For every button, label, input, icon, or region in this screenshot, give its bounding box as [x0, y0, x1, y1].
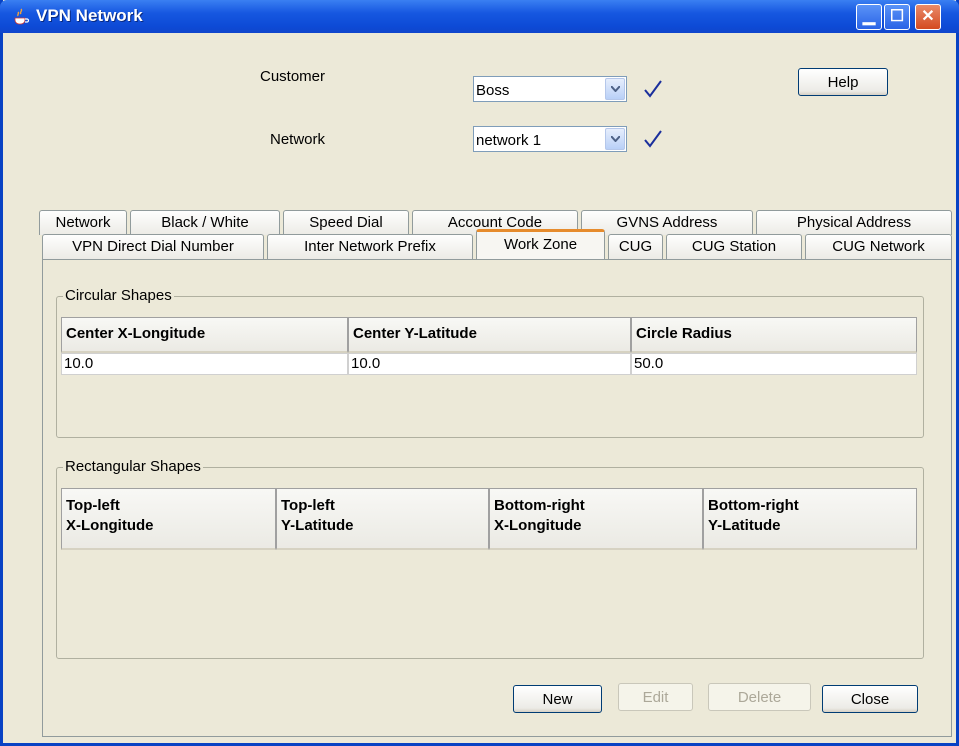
maximize-button[interactable]: ☐ — [884, 4, 910, 30]
maximize-icon: ☐ — [889, 8, 905, 25]
header-line: Top-left — [281, 497, 335, 514]
customer-label: Customer — [260, 68, 326, 85]
tab-network[interactable]: Network — [39, 210, 127, 235]
rectangular-shapes-group: Rectangular Shapes Top-left X-Longitude T… — [56, 458, 924, 659]
tab-cug-station[interactable]: CUG Station — [666, 234, 802, 259]
minimize-icon: ▁ — [862, 8, 876, 25]
circular-shapes-title: Circular Shapes — [63, 287, 174, 304]
header-line: Y-Latitude — [281, 517, 354, 534]
column-header-circle-radius[interactable]: Circle Radius — [631, 317, 917, 353]
column-header-top-left-x[interactable]: Top-left X-Longitude — [61, 488, 276, 550]
new-button[interactable]: New — [513, 685, 602, 713]
network-check-icon — [644, 130, 662, 148]
tab-physical-address[interactable]: Physical Address — [756, 210, 952, 235]
customer-select[interactable]: Boss — [473, 76, 627, 102]
column-header-bottom-right-x[interactable]: Bottom-right X-Longitude — [489, 488, 703, 550]
title-bar[interactable]: VPN Network ▁ ☐ ✕ — [0, 0, 959, 33]
minimize-button[interactable]: ▁ — [856, 4, 882, 30]
close-icon: ✕ — [921, 8, 935, 25]
help-button[interactable]: Help — [798, 68, 888, 96]
work-zone-panel: Circular Shapes Center X-Longitude Cente… — [42, 259, 952, 737]
tab-cug-network[interactable]: CUG Network — [805, 234, 952, 259]
column-header-top-left-y[interactable]: Top-left Y-Latitude — [276, 488, 489, 550]
header-line: X-Longitude — [66, 517, 154, 534]
rectangular-shapes-title: Rectangular Shapes — [63, 458, 203, 475]
customer-check-icon — [644, 80, 662, 98]
window-title: VPN Network — [36, 6, 143, 25]
tab-inter-network-prefix[interactable]: Inter Network Prefix — [267, 234, 473, 259]
tab-speed-dial[interactable]: Speed Dial — [283, 210, 409, 235]
table-cell[interactable]: 10.0 — [348, 353, 631, 375]
vpn-network-window: VPN Network ▁ ☐ ✕ Customer Boss Help Net… — [0, 0, 959, 746]
customer-select-value: Boss — [476, 82, 510, 99]
column-header-center-y[interactable]: Center Y-Latitude — [348, 317, 631, 353]
network-select[interactable]: network 1 — [473, 126, 627, 152]
header-line: X-Longitude — [494, 517, 582, 534]
header-line: Bottom-right — [494, 497, 585, 514]
chevron-down-icon[interactable] — [605, 78, 625, 100]
close-button[interactable]: Close — [822, 685, 918, 713]
network-label: Network — [270, 131, 326, 148]
delete-button[interactable]: Delete — [708, 683, 811, 711]
edit-button[interactable]: Edit — [618, 683, 693, 711]
header-line: Bottom-right — [708, 497, 799, 514]
tab-black-white[interactable]: Black / White — [130, 210, 280, 235]
chevron-down-icon[interactable] — [605, 128, 625, 150]
tab-vpn-direct-dial-number[interactable]: VPN Direct Dial Number — [42, 234, 264, 259]
table-cell[interactable]: 10.0 — [61, 353, 348, 375]
network-select-value: network 1 — [476, 132, 542, 149]
tab-gvns-address[interactable]: GVNS Address — [581, 210, 753, 235]
close-window-button[interactable]: ✕ — [915, 4, 941, 30]
java-app-icon — [14, 8, 30, 25]
table-cell[interactable]: 50.0 — [631, 353, 917, 375]
tab-cug[interactable]: CUG — [608, 234, 663, 259]
column-header-center-x[interactable]: Center X-Longitude — [61, 317, 348, 353]
column-header-bottom-right-y[interactable]: Bottom-right Y-Latitude — [703, 488, 917, 550]
circular-shapes-group: Circular Shapes Center X-Longitude Cente… — [56, 287, 924, 438]
header-line: Top-left — [66, 497, 120, 514]
tab-work-zone[interactable]: Work Zone — [476, 229, 605, 259]
header-line: Y-Latitude — [708, 517, 781, 534]
